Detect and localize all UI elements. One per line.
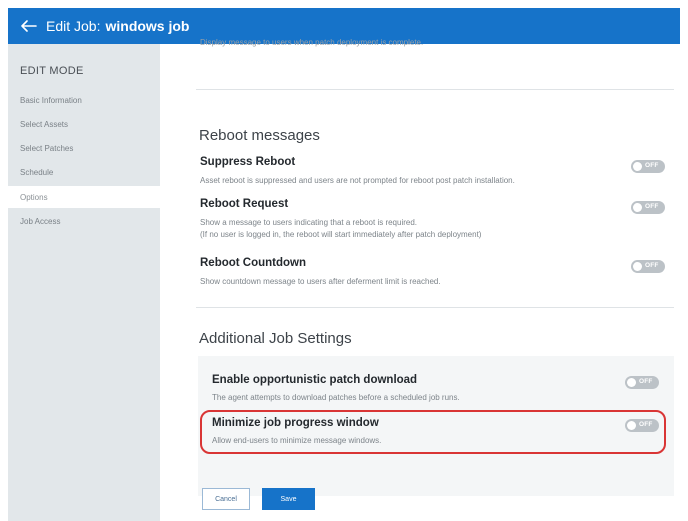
sidebar-item-basic-information[interactable]: Basic Information — [8, 89, 160, 111]
edit-mode-label: EDIT MODE — [20, 65, 84, 77]
sidebar: EDIT MODE Basic Information Select Asset… — [8, 44, 160, 521]
sidebar-item-options[interactable]: Options — [8, 186, 160, 208]
sidebar-item-schedule[interactable]: Schedule — [8, 161, 160, 183]
setting-title-minimize-progress-window: Minimize job progress window — [212, 417, 379, 429]
toggle-knob — [633, 262, 642, 271]
toggle-knob — [627, 421, 636, 430]
setting-desc-minimize-progress-window: Allow end-users to minimize message wind… — [212, 436, 382, 445]
setting-desc-reboot-countdown: Show countdown message to users after de… — [200, 277, 441, 286]
toggle-knob — [627, 378, 636, 387]
toggle-state-label: OFF — [639, 421, 653, 428]
sidebar-item-job-access[interactable]: Job Access — [8, 210, 160, 232]
toggle-knob — [633, 162, 642, 171]
opportunistic-download-toggle[interactable]: OFF — [625, 376, 659, 389]
page-title-prefix: Edit Job: — [46, 18, 101, 34]
section-title-additional-job-settings: Additional Job Settings — [199, 330, 352, 347]
sidebar-item-select-assets[interactable]: Select Assets — [8, 113, 160, 135]
setting-title-reboot-countdown: Reboot Countdown — [200, 257, 307, 269]
setting-desc-reboot-request-note: (If no user is logged in, the reboot wil… — [200, 230, 482, 239]
main-content: Display message to users when patch depl… — [160, 38, 680, 521]
setting-title-suppress-reboot: Suppress Reboot — [200, 156, 296, 168]
section-divider — [196, 307, 674, 308]
cut-off-description: Display message to users when patch depl… — [200, 38, 424, 47]
setting-title-opportunistic-download: Enable opportunistic patch download — [212, 374, 418, 386]
sidebar-item-select-patches[interactable]: Select Patches — [8, 137, 160, 159]
setting-desc-suppress-reboot: Asset reboot is suppressed and users are… — [200, 176, 515, 185]
toggle-state-label: OFF — [645, 162, 659, 169]
setting-title-reboot-request: Reboot Request — [200, 198, 289, 210]
job-name: windows job — [105, 18, 190, 34]
save-button[interactable]: Save — [262, 488, 315, 510]
reboot-countdown-toggle[interactable]: OFF — [631, 260, 665, 273]
toggle-state-label: OFF — [645, 262, 659, 269]
toggle-state-label: OFF — [639, 378, 653, 385]
toggle-state-label: OFF — [645, 203, 659, 210]
section-title-reboot-messages: Reboot messages — [199, 127, 320, 144]
setting-desc-reboot-request: Show a message to users indicating that … — [200, 218, 418, 227]
section-divider — [196, 89, 674, 90]
toggle-knob — [633, 203, 642, 212]
setting-desc-opportunistic-download: The agent attempts to download patches b… — [212, 393, 460, 402]
reboot-request-toggle[interactable]: OFF — [631, 201, 665, 214]
minimize-progress-window-toggle[interactable]: OFF — [625, 419, 659, 432]
cancel-button[interactable]: Cancel — [202, 488, 250, 510]
back-arrow-icon[interactable] — [12, 8, 46, 44]
suppress-reboot-toggle[interactable]: OFF — [631, 160, 665, 173]
